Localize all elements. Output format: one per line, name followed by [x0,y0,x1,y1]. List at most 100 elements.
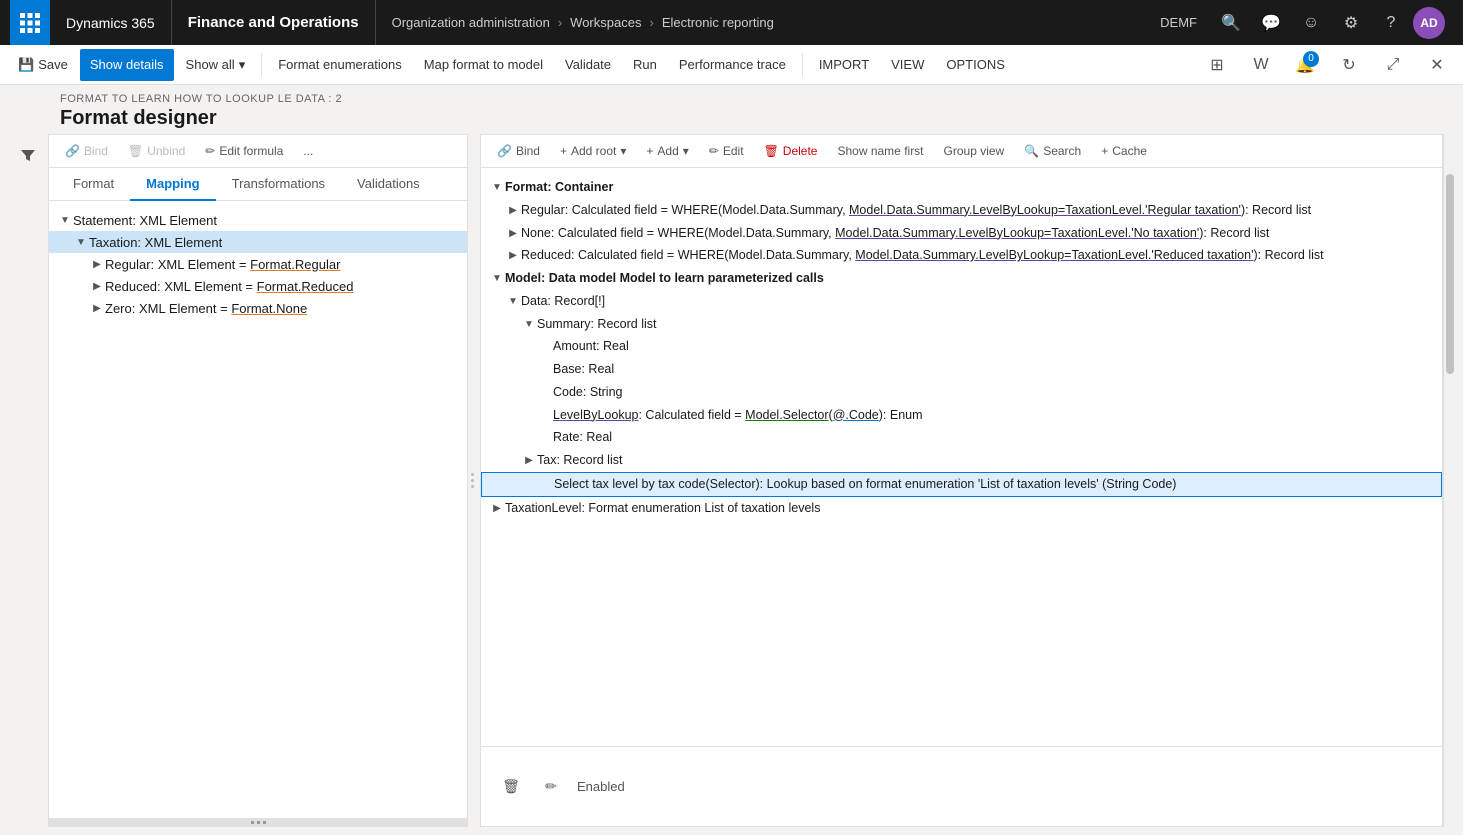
m-label-taxationlevel: TaxationLevel: Format enumeration List o… [505,499,1434,518]
search-nav-icon[interactable]: 🔍 [1213,5,1249,41]
chat-icon[interactable]: 💬 [1253,5,1289,41]
format-enumerations-button[interactable]: Format enumerations [268,49,412,81]
user-avatar[interactable]: AD [1413,7,1445,39]
bottom-area: 🗑 ✏ Enabled [481,746,1442,826]
bottom-edit-btn[interactable]: ✏ [537,773,565,801]
group-view-button[interactable]: Group view [936,141,1013,161]
run-button[interactable]: Run [623,49,667,81]
breadcrumb-chevron1: › [558,15,562,30]
resize-dots [471,473,474,488]
add-button[interactable]: + Add ▾ [638,141,696,161]
show-name-first-button[interactable]: Show name first [829,141,931,161]
validate-button[interactable]: Validate [555,49,621,81]
unbind-button[interactable]: 🗑 Unbind [120,141,193,161]
environment-label: DEMF [1148,15,1209,30]
tab-format[interactable]: Format [57,168,130,201]
layout-icon[interactable]: ⊞ [1199,47,1235,83]
tree-node-taxation[interactable]: ▼ Taxation: XML Element [49,231,467,253]
breadcrumb-org[interactable]: Organization administration [392,15,550,30]
edit-formula-button[interactable]: ✏ Edit formula [197,141,291,161]
m-node-base[interactable]: Base: Real [481,358,1442,381]
m-label-tax: Tax: Record list [537,451,1434,470]
mapping-tree: ▼ Format: Container ▶ Regular: Calculate… [481,168,1442,746]
m-node-selector[interactable]: Select tax level by tax code(Selector): … [481,472,1442,497]
resize-handle-vertical[interactable] [468,134,476,827]
performance-trace-button[interactable]: Performance trace [669,49,796,81]
show-all-button[interactable]: Show all ▾ [176,49,256,81]
tree-label-statement: Statement: XML Element [73,213,459,228]
m-node-levelbylookup[interactable]: LevelByLookup: Calculated field = Model.… [481,404,1442,427]
m-toggle-amount [537,337,553,339]
refresh-icon[interactable]: ↻ [1331,47,1367,83]
m-node-code[interactable]: Code: String [481,381,1442,404]
toolbar-separator2 [802,53,803,77]
options-button[interactable]: OPTIONS [936,49,1015,81]
level-model: Model.Selector [745,408,828,422]
m-node-taxationlevel[interactable]: ▶ TaxationLevel: Format enumeration List… [481,497,1442,520]
filter-icon[interactable] [14,142,42,170]
save-button[interactable]: 💾 Save [8,49,78,81]
page-content: FORMAT TO LEARN HOW TO LOOKUP LE DATA : … [0,85,1463,835]
tab-mapping[interactable]: Mapping [130,168,215,201]
m-label-amount: Amount: Real [553,337,1434,356]
breadcrumb: Organization administration › Workspaces… [376,15,1141,30]
tab-transformations[interactable]: Transformations [216,168,341,201]
m-node-amount[interactable]: Amount: Real [481,335,1442,358]
breadcrumb-er[interactable]: Electronic reporting [662,15,774,30]
reduced-formula: Format.Reduced [257,279,354,294]
bottom-delete-btn[interactable]: 🗑 [497,773,525,801]
tab-validations[interactable]: Validations [341,168,436,201]
m-node-reduced-cf[interactable]: ▶ Reduced: Calculated field = WHERE(Mode… [481,244,1442,267]
app-grid-icon[interactable] [10,0,50,45]
tree-toggle-reduced: ▶ [89,278,105,294]
mapping-bind-button[interactable]: 🔗 Bind [489,141,548,161]
m-toggle-regular-cf: ▶ [505,201,521,218]
secondary-toolbar: 💾 Save Show details Show all ▾ Format en… [0,45,1463,85]
m-node-format-container[interactable]: ▼ Format: Container [481,176,1442,199]
notification-wrap: 🔔 0 [1287,47,1323,83]
add-icon: + [646,144,653,158]
breadcrumb-workspaces[interactable]: Workspaces [570,15,641,30]
breadcrumb-chevron2: › [649,15,653,30]
cache-icon: + [1101,144,1108,158]
m-toggle-tax: ▶ [521,451,537,468]
m-node-none-cf[interactable]: ▶ None: Calculated field = WHERE(Model.D… [481,222,1442,245]
m-node-regular-cf[interactable]: ▶ Regular: Calculated field = WHERE(Mode… [481,199,1442,222]
tree-node-regular[interactable]: ▶ Regular: XML Element = Format.Regular [49,253,467,275]
expand-icon[interactable]: ⤢ [1375,47,1411,83]
search-button[interactable]: 🔍 Search [1016,141,1089,161]
tree-node-zero[interactable]: ▶ Zero: XML Element = Format.None [49,297,467,319]
m-toggle-base [537,360,553,362]
view-button[interactable]: VIEW [881,49,934,81]
m-node-summary[interactable]: ▼ Summary: Record list [481,313,1442,336]
help-icon[interactable]: ? [1373,5,1409,41]
dynamics365-label[interactable]: Dynamics 365 [50,0,172,45]
vertical-scrollbar[interactable] [1443,134,1455,827]
gear-icon[interactable]: ⚙ [1333,5,1369,41]
m-node-tax[interactable]: ▶ Tax: Record list [481,449,1442,472]
search-icon: 🔍 [1024,144,1039,158]
m-node-data[interactable]: ▼ Data: Record[!] [481,290,1442,313]
bind-button[interactable]: 🔗 Bind [57,141,116,161]
m-label-model: Model: Data model Model to learn paramet… [505,269,1434,288]
add-root-button[interactable]: + Add root ▾ [552,141,634,161]
delete-button[interactable]: 🗑 Delete [756,141,826,161]
resize-handle-horizontal[interactable] [49,818,467,826]
cache-button[interactable]: + Cache [1093,141,1155,161]
m-node-model[interactable]: ▼ Model: Data model Model to learn param… [481,267,1442,290]
m-node-rate[interactable]: Rate: Real [481,426,1442,449]
map-format-to-model-button[interactable]: Map format to model [414,49,553,81]
tree-node-statement[interactable]: ▼ Statement: XML Element [49,209,467,231]
nav-right-icons: DEMF 🔍 💬 ☺ ⚙ ? AD [1140,0,1453,45]
close-icon[interactable]: ✕ [1419,47,1455,83]
settings-face-icon[interactable]: ☺ [1293,5,1329,41]
tree-node-reduced[interactable]: ▶ Reduced: XML Element = Format.Reduced [49,275,467,297]
more-button[interactable]: ... [295,141,321,161]
word-icon[interactable]: W [1243,47,1279,83]
bind-icon: 🔗 [65,144,80,158]
show-details-button[interactable]: Show details [80,49,174,81]
tree-toggle-zero: ▶ [89,300,105,316]
edit-button[interactable]: ✏ Edit [701,141,752,161]
m-label-code: Code: String [553,383,1434,402]
import-button[interactable]: IMPORT [809,49,879,81]
